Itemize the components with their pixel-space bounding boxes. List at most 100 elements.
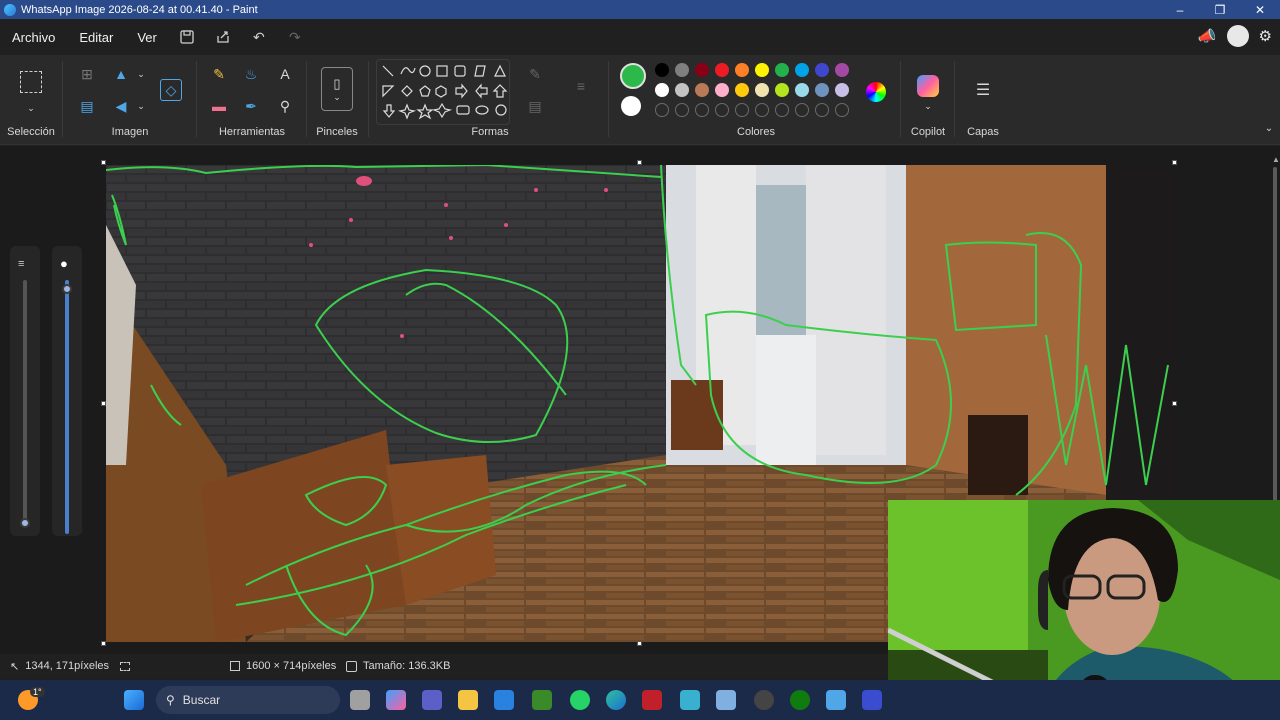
color-swatch[interactable]	[795, 83, 809, 97]
custom-color-slot[interactable]	[775, 103, 789, 117]
restore-icon[interactable]: ❐	[1200, 0, 1240, 19]
app-n-icon[interactable]	[862, 690, 882, 710]
color-swatch[interactable]	[655, 83, 669, 97]
copilot-icon[interactable]	[917, 75, 939, 97]
color-swatch[interactable]	[795, 63, 809, 77]
color-swatch[interactable]	[655, 63, 669, 77]
outline-icon[interactable]: ✎	[524, 63, 546, 85]
obs-icon[interactable]	[754, 690, 774, 710]
menu-archivo[interactable]: Archivo	[0, 30, 67, 45]
layers-icon[interactable]: ☰	[972, 79, 994, 101]
color-swatch[interactable]	[715, 63, 729, 77]
scroll-up-icon[interactable]: ▲	[1272, 155, 1280, 164]
resize-handle[interactable]	[101, 401, 106, 406]
color-swatch[interactable]	[695, 83, 709, 97]
brush-size-slider[interactable]: ≡	[10, 246, 40, 536]
collapse-ribbon-chevron-icon[interactable]: ⌄	[1258, 117, 1280, 139]
background-removal-icon[interactable]: ▤	[76, 95, 98, 117]
store-icon[interactable]	[494, 690, 514, 710]
opacity-slider[interactable]: ●	[52, 246, 82, 536]
color-swatch[interactable]	[775, 83, 789, 97]
secondary-color-swatch[interactable]	[621, 96, 641, 116]
xbox-icon[interactable]	[790, 690, 810, 710]
color-swatch[interactable]	[675, 63, 689, 77]
app-red-icon[interactable]	[642, 690, 662, 710]
chevron-down-icon[interactable]: ⌄	[130, 95, 152, 117]
select-rectangle-icon[interactable]	[20, 71, 42, 93]
redo-icon[interactable]: ↷	[285, 27, 305, 47]
edge-icon[interactable]	[606, 690, 626, 710]
share-icon[interactable]	[213, 27, 233, 47]
chevron-down-icon[interactable]: ⌄	[130, 63, 152, 85]
custom-color-slot[interactable]	[715, 103, 729, 117]
settings-gear-icon[interactable]: ⚙	[1259, 27, 1272, 45]
custom-color-slot[interactable]	[795, 103, 809, 117]
close-icon[interactable]: ✕	[1240, 0, 1280, 19]
resize-handle[interactable]	[101, 160, 106, 165]
fill-icon[interactable]: ▤	[524, 95, 546, 117]
chevron-down-icon[interactable]: ⌄	[20, 97, 42, 119]
color-swatch[interactable]	[775, 63, 789, 77]
resize-handle[interactable]	[1172, 160, 1177, 165]
whatsapp-icon[interactable]	[570, 690, 590, 710]
magnifier-icon[interactable]: ⚲	[274, 95, 296, 117]
color-swatch[interactable]	[835, 83, 849, 97]
minimize-icon[interactable]: –	[1160, 0, 1200, 19]
custom-color-slot[interactable]	[755, 103, 769, 117]
resize-handle[interactable]	[101, 641, 106, 646]
color-swatch[interactable]	[735, 63, 749, 77]
custom-color-slot[interactable]	[655, 103, 669, 117]
color-swatch[interactable]	[815, 63, 829, 77]
color-swatch[interactable]	[815, 83, 829, 97]
paint-taskbar-icon[interactable]	[826, 690, 846, 710]
color-swatch[interactable]	[755, 83, 769, 97]
color-picker-icon[interactable]: ✒	[240, 95, 262, 117]
photos-icon[interactable]	[716, 690, 736, 710]
menu-ver[interactable]: Ver	[125, 30, 169, 45]
pencil-icon[interactable]: ✎	[208, 63, 230, 85]
custom-color-slot[interactable]	[675, 103, 689, 117]
teams-icon[interactable]	[422, 690, 442, 710]
fill-bucket-icon[interactable]: ♨	[240, 63, 262, 85]
shape-size-icon[interactable]: ≡	[570, 75, 592, 97]
resize-icon[interactable]: ▲	[110, 63, 132, 85]
copilot-taskbar-icon[interactable]	[386, 690, 406, 710]
account-avatar[interactable]	[1226, 25, 1249, 47]
color-swatch[interactable]	[715, 83, 729, 97]
cursor-arrow-icon: ↖	[10, 660, 20, 673]
color-swatch[interactable]	[695, 63, 709, 77]
primary-color-swatch[interactable]	[620, 63, 646, 89]
text-icon[interactable]: A	[274, 63, 296, 85]
resize-handle[interactable]	[1172, 401, 1177, 406]
brush-size-knob[interactable]	[20, 518, 30, 528]
brush-icon[interactable]: ▯ ⌄	[321, 67, 353, 111]
chevron-down-icon[interactable]: ⌄	[917, 95, 939, 117]
color-swatch[interactable]	[735, 83, 749, 97]
crop-icon[interactable]: ⊞	[76, 63, 98, 85]
custom-color-slot[interactable]	[835, 103, 849, 117]
shapes-gallery[interactable]	[376, 59, 510, 125]
app-blue-icon[interactable]	[680, 690, 700, 710]
feedback-icon[interactable]: 📣	[1198, 27, 1217, 45]
taskbar-search[interactable]: ⚲ Buscar	[156, 686, 340, 714]
color-swatch[interactable]	[835, 63, 849, 77]
save-icon[interactable]	[177, 27, 197, 47]
color-swatch[interactable]	[675, 83, 689, 97]
custom-color-slot[interactable]	[735, 103, 749, 117]
file-explorer-icon[interactable]	[458, 690, 478, 710]
resize-handle[interactable]	[637, 641, 642, 646]
edit-colors-wheel-icon[interactable]	[866, 82, 886, 102]
custom-color-slot[interactable]	[695, 103, 709, 117]
custom-color-slot[interactable]	[815, 103, 829, 117]
opacity-knob[interactable]	[62, 284, 72, 294]
undo-icon[interactable]: ↶	[249, 27, 269, 47]
image-select-icon[interactable]: ◇	[160, 79, 182, 101]
minecraft-icon[interactable]	[532, 690, 552, 710]
eraser-icon[interactable]: ▬	[208, 95, 230, 117]
task-view-icon[interactable]	[350, 690, 370, 710]
windows-start-icon[interactable]	[124, 690, 144, 710]
menu-editar[interactable]: Editar	[67, 30, 125, 45]
color-swatch[interactable]	[755, 63, 769, 77]
rotate-icon[interactable]: ◀	[110, 95, 132, 117]
resize-handle[interactable]	[637, 160, 642, 165]
